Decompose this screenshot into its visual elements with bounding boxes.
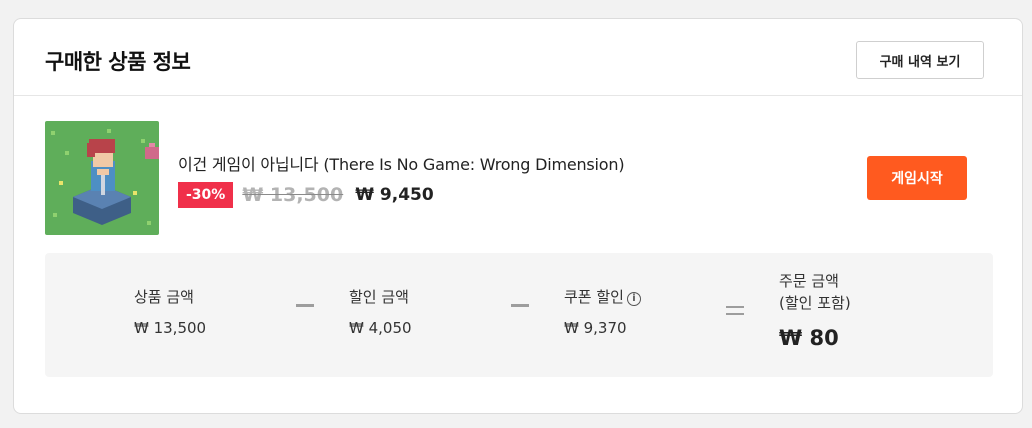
order-amount: 주문 금액 (할인 포함) ₩ 80 <box>779 270 851 350</box>
info-icon[interactable]: i <box>626 292 641 306</box>
game-title[interactable]: 이건 게임이 아닙니다 (There Is No Game: Wrong Dim… <box>178 151 625 175</box>
order-amount-label: 주문 금액 <box>779 272 839 290</box>
purchase-history-button[interactable]: 구매 내역 보기 <box>856 41 984 79</box>
sale-price: ₩ 9,450 <box>355 185 434 205</box>
minus-icon <box>511 304 529 307</box>
order-amount-sublabel: (할인 포함) <box>779 294 851 312</box>
coupon-discount-value: ₩ 9,370 <box>564 319 627 337</box>
start-game-button[interactable]: 게임시작 <box>867 156 967 200</box>
price-row: -30% ₩ 13,500 ₩ 9,450 <box>178 182 434 208</box>
coupon-discount: 쿠폰 할인 i ₩ 9,370 <box>564 286 641 337</box>
minus-icon <box>296 304 314 307</box>
page-title: 구매한 상품 정보 <box>45 50 191 74</box>
order-amount-value: ₩ 80 <box>779 326 839 350</box>
equals-icon <box>726 306 744 315</box>
coupon-discount-label: 쿠폰 할인 <box>564 288 624 306</box>
product-amount-label: 상품 금액 <box>134 288 194 306</box>
discount-amount: 할인 금액 ₩ 4,050 <box>349 286 412 337</box>
card-header: 구매한 상품 정보 구매 내역 보기 <box>14 19 1022 96</box>
price-summary: 상품 금액 ₩ 13,500 할인 금액 ₩ 4,050 쿠폰 할인 i ₩ 9,… <box>45 253 993 377</box>
game-thumbnail[interactable] <box>45 121 159 235</box>
discount-amount-value: ₩ 4,050 <box>349 319 412 337</box>
discount-badge: -30% <box>178 182 234 208</box>
purchased-product-card: 구매한 상품 정보 구매 내역 보기 이건 게임이 아닙니다 (There Is <box>13 18 1023 414</box>
product-amount-value: ₩ 13,500 <box>134 319 207 337</box>
coupon-discount-label-row: 쿠폰 할인 i <box>564 286 641 308</box>
discount-amount-label: 할인 금액 <box>349 288 409 306</box>
original-price: ₩ 13,500 <box>242 184 344 206</box>
game-thumbnail-image <box>45 121 159 235</box>
product-amount: 상품 금액 ₩ 13,500 <box>134 286 206 337</box>
